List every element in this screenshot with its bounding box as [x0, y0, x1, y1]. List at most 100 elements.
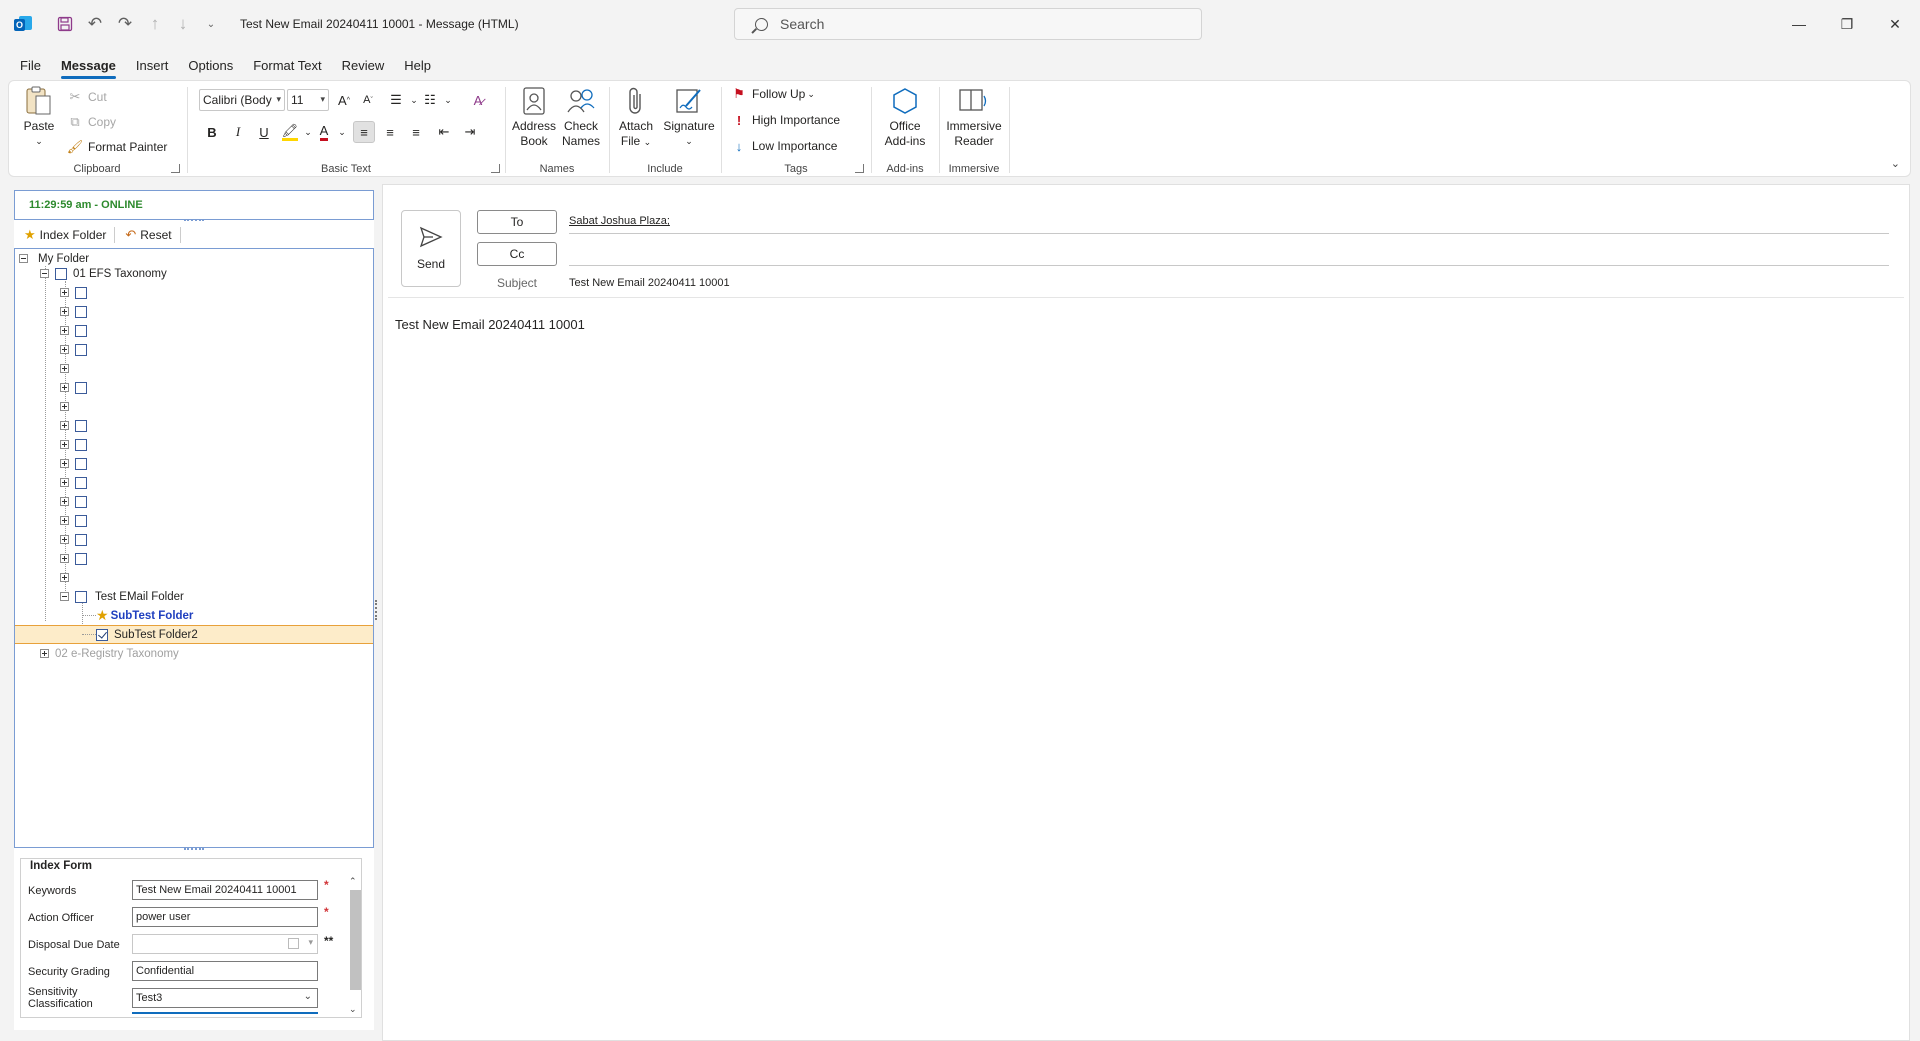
undo-icon[interactable]: ↶ [84, 13, 106, 35]
tree-node-test-email-folder[interactable]: Test EMail Folder [60, 587, 184, 606]
expand-icon[interactable] [60, 459, 69, 468]
clear-formatting-icon[interactable]: A̷ [467, 89, 489, 111]
down-arrow-icon[interactable]: ↓ [172, 13, 194, 35]
cc-field[interactable] [569, 265, 1889, 266]
cut-button[interactable]: ✂ Cut [67, 86, 107, 108]
address-book-button[interactable]: Address Book [511, 85, 557, 149]
tree-checkbox[interactable] [75, 476, 87, 489]
next-field-partial[interactable] [132, 1012, 318, 1016]
signature-button[interactable]: Signature ⌄ [661, 85, 717, 149]
tab-format-text[interactable]: Format Text [243, 51, 331, 79]
tree-node-registry-taxonomy[interactable]: 02 e-Registry Taxonomy [40, 644, 179, 663]
expand-icon[interactable] [60, 288, 69, 297]
tree-node[interactable] [60, 416, 87, 435]
immersive-reader-button[interactable]: Immersive Reader [941, 85, 1007, 149]
tree-checkbox[interactable] [75, 457, 87, 470]
increase-indent-icon[interactable]: ⇥ [459, 121, 481, 143]
tree-node[interactable] [60, 454, 87, 473]
tree-node[interactable] [60, 568, 69, 587]
index-folder-button[interactable]: ★ Index Folder [24, 227, 116, 243]
align-left-icon[interactable]: ≡ [353, 121, 375, 143]
search-box[interactable] [734, 8, 1202, 40]
tab-options[interactable]: Options [178, 51, 243, 79]
search-input[interactable] [780, 16, 1160, 32]
expand-icon[interactable] [40, 649, 49, 658]
numbering-dropdown-icon[interactable]: ⌄ [437, 89, 459, 111]
tree-checkbox[interactable] [75, 286, 87, 299]
scroll-down-icon[interactable]: ⌄ [349, 1004, 357, 1015]
tree-checkbox[interactable] [75, 495, 87, 508]
copy-button[interactable]: ⧉ Copy [67, 111, 116, 133]
expand-icon[interactable] [60, 440, 69, 449]
shrink-font-icon[interactable]: Aˇ [357, 89, 379, 111]
pane-splitter-grip[interactable] [375, 600, 377, 620]
align-center-icon[interactable]: ≡ [379, 121, 401, 143]
up-arrow-icon[interactable]: ↑ [144, 13, 166, 35]
to-button[interactable]: To [477, 210, 557, 234]
tree-checkbox[interactable] [75, 305, 87, 318]
close-button[interactable]: ✕ [1872, 0, 1918, 48]
expand-icon[interactable] [60, 573, 69, 582]
tags-launcher-icon[interactable] [855, 164, 864, 173]
font-family-select[interactable]: Calibri (Body ▾ [199, 89, 285, 111]
splitter-grip[interactable] [184, 219, 204, 221]
tree-node[interactable] [60, 549, 87, 568]
tree-checkbox[interactable] [75, 514, 87, 527]
tree-node[interactable] [60, 530, 87, 549]
tree-node[interactable] [60, 473, 87, 492]
cc-button[interactable]: Cc [477, 242, 557, 266]
expand-icon[interactable] [60, 497, 69, 506]
low-importance-button[interactable]: ↓ Low Importance [731, 135, 838, 157]
align-right-icon[interactable]: ≡ [405, 121, 427, 143]
expand-icon[interactable] [60, 326, 69, 335]
tree-node[interactable] [60, 321, 87, 340]
tree-node[interactable] [60, 397, 69, 416]
scrollbar-thumb[interactable] [350, 890, 361, 990]
tree-checkbox[interactable] [75, 343, 87, 356]
underline-icon[interactable]: U [253, 121, 275, 143]
attach-file-button[interactable]: Attach File ⌄ [615, 85, 657, 150]
tree-node[interactable] [60, 283, 87, 302]
scroll-up-icon[interactable]: ⌃ [349, 876, 357, 887]
tree-node[interactable] [60, 435, 87, 454]
tree-checkbox[interactable] [75, 438, 87, 451]
decrease-indent-icon[interactable]: ⇤ [433, 121, 455, 143]
expand-icon[interactable] [60, 364, 69, 373]
paste-button[interactable]: Paste ⌄ [19, 85, 59, 149]
expand-icon[interactable] [60, 421, 69, 430]
font-size-select[interactable]: 11 ▾ [287, 89, 329, 111]
collapse-ribbon-icon[interactable]: ⌄ [1891, 157, 1900, 170]
expand-icon[interactable] [60, 554, 69, 563]
keywords-field[interactable]: Test New Email 20240411 10001 [132, 880, 318, 900]
index-form-scrollbar[interactable]: ⌃ ⌄ [348, 876, 362, 1016]
to-field[interactable]: Sabat Joshua Plaza; [569, 215, 670, 227]
tree-checkbox[interactable] [55, 267, 67, 280]
tree-checkbox[interactable] [75, 381, 87, 394]
collapse-icon[interactable] [60, 592, 69, 601]
restore-button[interactable]: ❐ [1824, 0, 1870, 48]
tree-node[interactable] [60, 359, 69, 378]
tree-checkbox-checked[interactable] [96, 628, 108, 641]
tree-checkbox[interactable] [75, 324, 87, 337]
check-names-button[interactable]: Check Names [559, 85, 603, 149]
collapse-icon[interactable] [40, 269, 49, 278]
chevron-down-icon[interactable]: ▾ [308, 937, 313, 948]
expand-icon[interactable] [60, 535, 69, 544]
minimize-button[interactable]: — [1776, 0, 1822, 48]
tab-file[interactable]: File [10, 51, 51, 79]
expand-icon[interactable] [60, 345, 69, 354]
tree-node[interactable] [60, 378, 87, 397]
action-officer-field[interactable]: power user [132, 907, 318, 927]
format-painter-button[interactable]: 🖌 Format Painter [67, 136, 168, 158]
calendar-icon[interactable] [288, 938, 299, 949]
clipboard-launcher-icon[interactable] [171, 164, 180, 173]
expand-icon[interactable] [60, 307, 69, 316]
tree-node-subtest-folder[interactable]: ★ SubTest Folder [96, 606, 193, 625]
basic-text-launcher-icon[interactable] [491, 164, 500, 173]
tab-help[interactable]: Help [394, 51, 441, 79]
italic-icon[interactable]: I [227, 121, 249, 143]
expand-icon[interactable] [60, 402, 69, 411]
tree-node-efs-taxonomy[interactable]: 01 EFS Taxonomy [40, 264, 167, 283]
tree-checkbox[interactable] [75, 552, 87, 565]
bold-icon[interactable]: B [201, 121, 223, 143]
